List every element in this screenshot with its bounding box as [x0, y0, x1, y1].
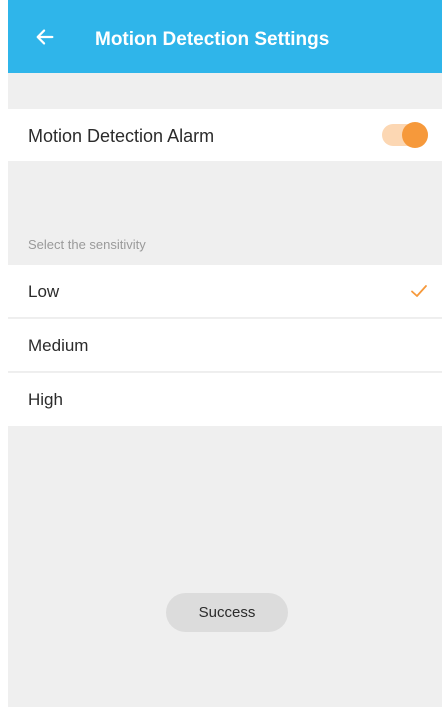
toggle-thumb — [402, 122, 428, 148]
motion-detection-alarm-row: Motion Detection Alarm — [8, 109, 442, 161]
motion-detection-settings-screen: Motion Detection Settings Motion Detecti… — [8, 0, 442, 707]
page-title: Motion Detection Settings — [95, 29, 330, 50]
sensitivity-option-label: High — [28, 390, 63, 409]
back-button[interactable] — [30, 22, 60, 52]
motion-detection-alarm-label: Motion Detection Alarm — [28, 126, 215, 146]
app-bar: Motion Detection Settings — [8, 0, 442, 73]
sensitivity-option-low[interactable]: Low — [8, 265, 442, 318]
success-toast: Success — [166, 593, 288, 632]
motion-detection-alarm-toggle[interactable] — [382, 122, 428, 148]
sensitivity-option-label: Low — [28, 282, 60, 301]
checkmark-icon — [411, 285, 427, 297]
sensitivity-option-high[interactable]: High — [8, 373, 442, 426]
sensitivity-option-medium[interactable]: Medium — [8, 319, 442, 372]
sensitivity-section-label: Select the sensitivity — [28, 237, 146, 252]
sensitivity-option-label: Medium — [28, 336, 89, 355]
arrow-left-icon — [36, 29, 54, 45]
